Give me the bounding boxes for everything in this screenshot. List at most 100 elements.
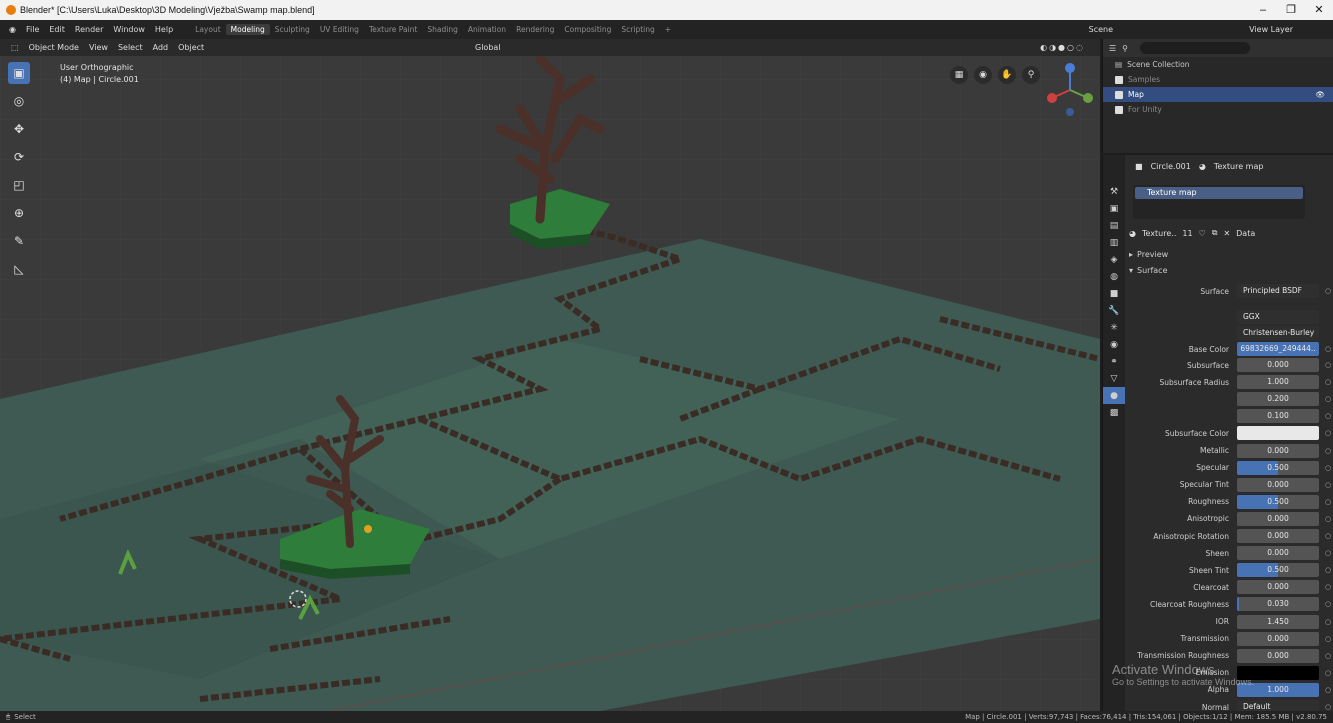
prop-field-transmission-roughness[interactable]: 0.000 — [1237, 648, 1319, 663]
camera-icon[interactable]: ◉ — [974, 66, 992, 84]
tab-modeling[interactable]: Modeling — [225, 24, 270, 35]
fake-user-icon[interactable]: ♡ — [1199, 229, 1206, 238]
prop-field-metallic[interactable]: 0.000 — [1237, 443, 1319, 458]
keyframe-dot-icon[interactable]: ○ — [1325, 583, 1333, 591]
prop-field-anisotropic-rotation[interactable]: 0.000 — [1237, 529, 1319, 543]
menu-object[interactable]: Object — [173, 43, 209, 52]
prop-field-specular[interactable]: 0.500 — [1237, 460, 1319, 475]
keyframe-dot-icon[interactable]: ○ — [1325, 464, 1333, 472]
scale-icon[interactable]: ◰ — [8, 174, 30, 196]
tab-layout[interactable]: Layout — [190, 24, 226, 35]
menu-help[interactable]: Help — [150, 25, 178, 34]
tab-compositing[interactable]: Compositing — [559, 24, 616, 35]
keyframe-dot-icon[interactable]: ○ — [1325, 395, 1333, 403]
prop-field-specular-tint[interactable]: 0.000 — [1237, 477, 1319, 492]
outliner-collection-map[interactable]: Map 👁 — [1103, 87, 1333, 102]
prop-field-subsurface-color[interactable] — [1237, 426, 1319, 441]
physics-tab-icon[interactable]: ◉ — [1103, 336, 1125, 353]
navigation-gizmo[interactable] — [1040, 60, 1100, 120]
keyframe-dot-icon[interactable]: ○ — [1325, 635, 1333, 643]
transform-icon[interactable]: ⊕ — [8, 202, 30, 224]
keyframe-dot-icon[interactable]: ○ — [1325, 652, 1333, 660]
prop-field-clearcoat[interactable]: 0.000 — [1237, 580, 1319, 595]
prop-field-sheen[interactable]: 0.000 — [1237, 546, 1319, 561]
eye-icon[interactable]: 👁 — [1315, 90, 1325, 99]
menu-select[interactable]: Select — [113, 43, 148, 52]
keyframe-dot-icon[interactable]: ○ — [1325, 481, 1333, 489]
base-color-field[interactable]: 69832669_249444.. — [1237, 342, 1319, 356]
maximize-icon[interactable]: ❐ — [1277, 0, 1305, 20]
keyframe-dot-icon[interactable]: ○ — [1325, 378, 1333, 386]
link-selector[interactable]: Data — [1236, 229, 1255, 238]
render-tab-icon[interactable]: ▣ — [1103, 200, 1125, 217]
keyframe-dot-icon[interactable]: ○ — [1325, 361, 1333, 369]
checkbox[interactable] — [1115, 105, 1123, 114]
orientation-selector[interactable]: Global — [470, 43, 506, 52]
rotate-icon[interactable]: ⟳ — [8, 146, 30, 168]
data-tab-icon[interactable]: ▽ — [1103, 370, 1125, 387]
prop-field-sheen-tint[interactable]: 0.500 — [1237, 563, 1319, 578]
tab-shading[interactable]: Shading — [422, 24, 462, 35]
measure-icon[interactable]: ◺ — [8, 258, 30, 280]
surface-section[interactable]: ▾ Surface — [1129, 263, 1329, 278]
keyframe-dot-icon[interactable]: ○ — [1325, 669, 1333, 677]
3d-viewport[interactable] — [0, 39, 1100, 711]
material-tab-icon[interactable]: ● — [1103, 387, 1125, 404]
material-slot[interactable]: Texture map — [1135, 187, 1303, 199]
constraints-tab-icon[interactable]: ⚭ — [1103, 353, 1125, 370]
prop-field-roughness[interactable]: 0.500 — [1237, 494, 1319, 509]
keyframe-dot-icon[interactable]: ○ — [1325, 412, 1333, 420]
keyframe-dot-icon[interactable]: ○ — [1325, 447, 1333, 455]
duplicate-icon[interactable]: ⧉ — [1212, 228, 1218, 238]
prop-field-subsurface-radius[interactable]: 1.000 — [1237, 375, 1319, 390]
outliner-root[interactable]: ▤ Scene Collection — [1103, 57, 1333, 72]
view-layer-selector[interactable]: View Layer — [1249, 25, 1293, 34]
menu-window[interactable]: Window — [108, 25, 150, 34]
shading-mode-icons[interactable]: ◐◑●○◌ — [1035, 43, 1090, 52]
tool-tab-icon[interactable]: ⚒ — [1103, 183, 1125, 200]
prop-field-anisotropic[interactable]: 0.000 — [1237, 511, 1319, 526]
prop-field-transmission[interactable]: 0.000 — [1237, 631, 1319, 646]
cursor-icon[interactable]: ◎ — [8, 90, 30, 112]
tab-texture-paint[interactable]: Texture Paint — [364, 24, 422, 35]
outliner-type-icon[interactable]: ☰ — [1109, 44, 1116, 53]
subsurface-method-dropdown[interactable]: Christensen-Burley — [1237, 326, 1319, 340]
move-icon[interactable]: ✥ — [8, 118, 30, 140]
tab-scripting[interactable]: Scripting — [616, 24, 659, 35]
menu-render[interactable]: Render — [70, 25, 108, 34]
scene-tab-icon[interactable]: ◈ — [1103, 251, 1125, 268]
keyframe-dot-icon[interactable]: ○ — [1325, 686, 1333, 694]
tab-sculpting[interactable]: Sculpting — [270, 24, 315, 35]
keyframe-dot-icon[interactable]: ○ — [1325, 515, 1333, 523]
scene-selector[interactable]: Scene — [1089, 25, 1113, 34]
surface-shader-field[interactable]: Principled BSDF — [1237, 284, 1319, 298]
tab-animation[interactable]: Animation — [463, 24, 511, 35]
menu-edit[interactable]: Edit — [44, 25, 70, 34]
add-workspace-icon[interactable]: + — [660, 24, 676, 35]
keyframe-dot-icon[interactable]: ○ — [1325, 498, 1333, 506]
unlink-icon[interactable]: ✕ — [1223, 229, 1230, 238]
outliner-collection-samples[interactable]: Samples — [1103, 72, 1333, 87]
prop-field-ior[interactable]: 1.450 — [1237, 614, 1319, 629]
preview-section[interactable]: ▸ Preview — [1129, 247, 1329, 262]
material-browse-icon[interactable]: ◕ — [1129, 229, 1136, 238]
menu-view[interactable]: View — [84, 43, 113, 52]
material-field[interactable]: Texture.. — [1142, 229, 1176, 238]
keyframe-dot-icon[interactable]: ○ — [1325, 532, 1333, 540]
view-layer-tab-icon[interactable]: ▥ — [1103, 234, 1125, 251]
keyframe-dot-icon[interactable]: ○ — [1325, 600, 1333, 608]
modifier-tab-icon[interactable]: 🔧 — [1103, 302, 1125, 319]
select-box-icon[interactable]: ▣ — [8, 62, 30, 84]
annotate-icon[interactable]: ✎ — [8, 230, 30, 252]
hand-icon[interactable]: ✋ — [998, 66, 1016, 84]
keyframe-dot-icon[interactable]: ○ — [1325, 703, 1333, 711]
minimize-icon[interactable]: – — [1249, 0, 1277, 20]
blender-menu-icon[interactable]: ◉ — [4, 25, 21, 34]
close-icon[interactable]: ✕ — [1305, 0, 1333, 20]
prop-field-clearcoat-roughness[interactable]: 0.030 — [1237, 597, 1319, 612]
filter-icon[interactable]: ⚲ — [1122, 44, 1128, 53]
keyframe-dot-icon[interactable]: ○ — [1325, 549, 1333, 557]
outliner-collection-for-unity[interactable]: For Unity — [1103, 102, 1333, 117]
tab-uv-editing[interactable]: UV Editing — [315, 24, 364, 35]
grid-icon[interactable]: ▦ — [950, 66, 968, 84]
